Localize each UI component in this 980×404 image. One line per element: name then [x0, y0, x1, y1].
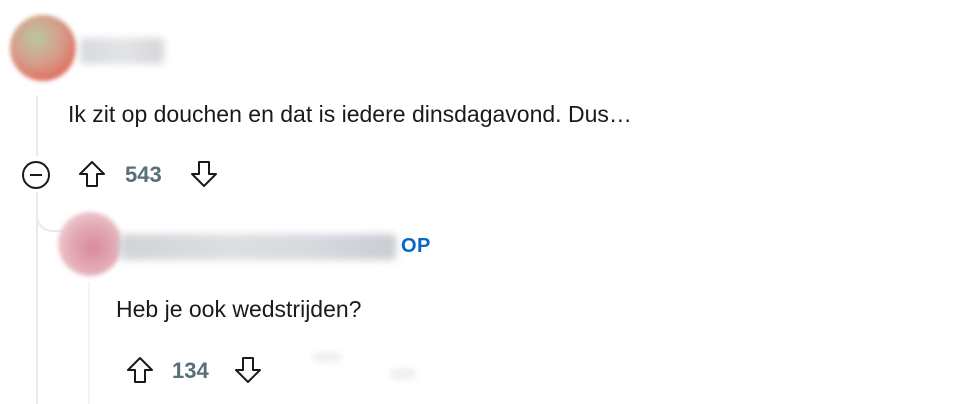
- username-redacted[interactable]: [120, 234, 396, 260]
- downvote-button[interactable]: [188, 158, 220, 190]
- collapse-thread-button[interactable]: [22, 161, 50, 189]
- comment-body: Ik zit op douchen en dat is iedere dinsd…: [68, 101, 632, 127]
- thread-line[interactable]: [36, 96, 38, 156]
- arrow-up-icon: [127, 357, 153, 383]
- avatar[interactable]: [58, 212, 122, 276]
- minus-icon: [30, 174, 42, 176]
- avatar[interactable]: [10, 15, 76, 81]
- thread-line[interactable]: [88, 282, 90, 404]
- arrow-down-icon: [191, 161, 217, 187]
- downvote-button[interactable]: [232, 354, 264, 386]
- comment-body: Heb je ook wedstrijden?: [116, 296, 362, 322]
- op-badge: OP: [401, 235, 431, 257]
- blurred-artifact: [312, 352, 342, 362]
- vote-count: 543: [125, 162, 162, 187]
- vote-count: 134: [172, 358, 209, 383]
- arrow-down-icon: [235, 357, 261, 383]
- blurred-artifact: [390, 368, 416, 380]
- username-redacted[interactable]: [80, 38, 164, 64]
- upvote-button[interactable]: [76, 158, 108, 190]
- thread-connector: [36, 192, 64, 232]
- upvote-button[interactable]: [124, 354, 156, 386]
- arrow-up-icon: [79, 161, 105, 187]
